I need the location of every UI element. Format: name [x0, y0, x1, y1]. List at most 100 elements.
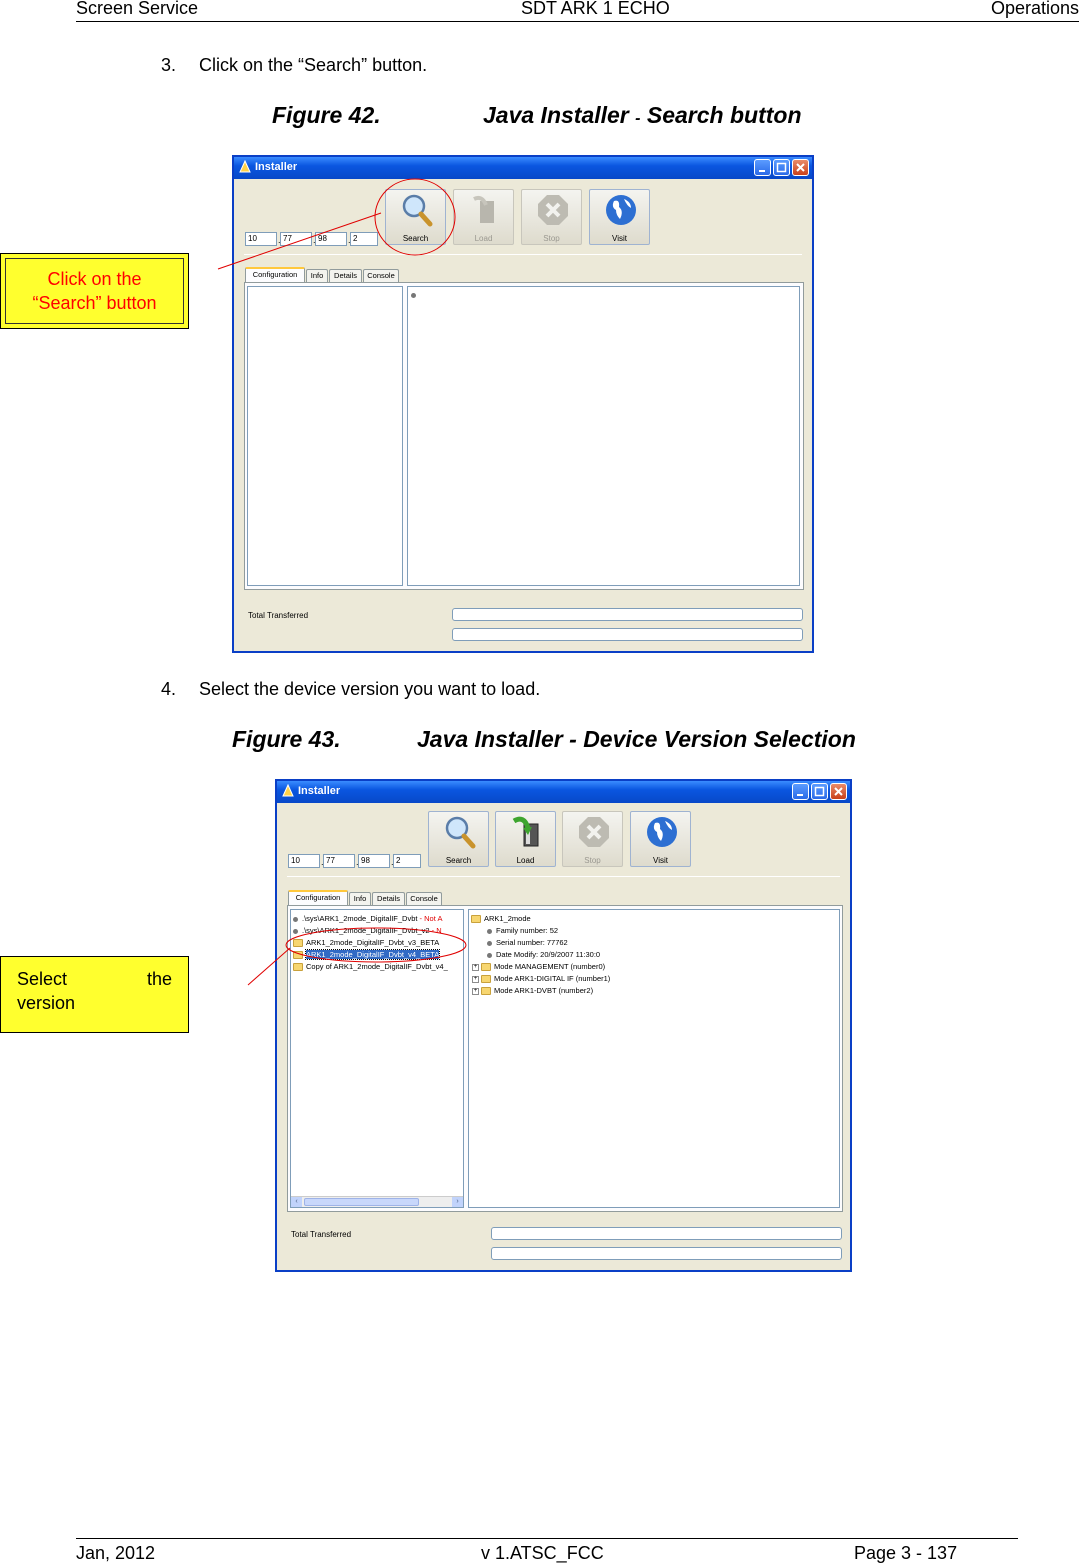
bullet-icon [487, 928, 492, 934]
bullet-icon [293, 916, 298, 922]
separator [287, 876, 840, 877]
minimize-button[interactable] [754, 159, 771, 176]
magnifier-icon [445, 816, 476, 849]
stop-button[interactable]: Stop [562, 811, 623, 867]
minimize-button[interactable] [792, 783, 809, 800]
tab-info[interactable]: Info [306, 269, 328, 282]
tab-console[interactable]: Console [406, 892, 442, 905]
load-button-label: Load [516, 856, 535, 865]
tree-bullet-icon [411, 293, 416, 298]
tree-property: Family number: 52 [487, 925, 558, 936]
details-pane[interactable] [407, 286, 800, 586]
title-bar: Installer [277, 781, 850, 803]
ip-octet-2[interactable]: 77 [280, 232, 312, 246]
search-button[interactable]: Search [385, 189, 446, 245]
list-item-selected[interactable]: ARK1_2mode_DigitalIF_Dvbt_v4_BETA [293, 949, 441, 960]
search-button[interactable]: Search [428, 811, 489, 867]
bullet-icon [487, 940, 492, 946]
bullet-icon [293, 928, 298, 934]
callout-text: Select the version [17, 969, 172, 1013]
ip-octet-2[interactable]: 77 [323, 854, 355, 868]
step-text: Select the device version you want to lo… [199, 679, 541, 699]
maximize-icon [814, 786, 825, 797]
list-item[interactable]: .\sys\ARK1_2mode_DigitalIF_Dvbt_v2 - N [293, 925, 442, 936]
progress-bar-file [491, 1247, 842, 1260]
visit-button[interactable]: Visit [589, 189, 650, 245]
close-button[interactable] [830, 783, 847, 800]
tab-details[interactable]: Details [329, 269, 362, 282]
tab-configuration[interactable]: Configuration [288, 890, 348, 905]
separator [244, 254, 802, 255]
tab-console[interactable]: Console [363, 269, 399, 282]
load-button[interactable]: Load [453, 189, 514, 245]
folder-icon [481, 963, 491, 972]
window-title: Installer [255, 161, 298, 173]
page-footer: Jan, 2012 v 1.ATSC_FCC Page 3 - 137 [76, 1538, 1018, 1564]
tree-root[interactable]: ARK1_2mode [471, 913, 531, 924]
horizontal-scrollbar[interactable]: ‹ › [291, 1196, 463, 1207]
header-right: Operations [990, 0, 1079, 18]
load-button[interactable]: Load [495, 811, 556, 867]
progress-bar-total [491, 1227, 842, 1240]
load-icon [512, 816, 539, 847]
file-list-pane[interactable] [247, 286, 403, 586]
tree-node[interactable]: + Mode MANAGEMENT (number0) [472, 961, 605, 972]
tab-configuration[interactable]: Configuration [245, 267, 305, 282]
figure-title: Java Installer - Device Version Selectio… [417, 726, 856, 752]
ip-octet-4[interactable]: 2 [350, 232, 378, 246]
load-button-label: Load [474, 234, 493, 243]
tab-panel: .\sys\ARK1_2mode_DigitalIF_Dvbt - Not A … [287, 905, 843, 1212]
stop-button-label: Stop [584, 856, 601, 865]
tree-node[interactable]: + Mode ARK1-DIGITAL IF (number1) [472, 973, 610, 984]
scroll-thumb[interactable] [304, 1198, 419, 1206]
folder-icon [293, 963, 303, 972]
maximize-button[interactable] [811, 783, 828, 800]
folder-icon [293, 951, 303, 960]
visit-button[interactable]: Visit [630, 811, 691, 867]
ip-octet-3[interactable]: 98 [358, 854, 390, 868]
minimize-icon [759, 170, 765, 172]
tab-panel [244, 282, 804, 590]
maximize-icon [776, 162, 787, 173]
step-text: Click on the “Search” button. [199, 55, 428, 75]
header-center: SDT ARK 1 ECHO [521, 0, 670, 18]
close-icon [834, 787, 843, 796]
header-left: Screen Service [76, 0, 199, 18]
load-icon [473, 195, 494, 223]
ip-octet-3[interactable]: 98 [315, 232, 347, 246]
window-title: Installer [298, 785, 341, 797]
visit-button-label: Visit [653, 856, 668, 865]
ip-octet-4[interactable]: 2 [393, 854, 421, 868]
close-button[interactable] [792, 159, 809, 176]
tab-info[interactable]: Info [349, 892, 371, 905]
details-pane[interactable]: ARK1_2mode Family number: 52 Serial numb… [468, 909, 840, 1208]
installer-window-1: Installer 10 . 77 . 98 . 2 Search Load S… [232, 155, 814, 653]
installer-window-2: Installer 10 . 77 . 98 . 2 Search Load S… [275, 779, 852, 1272]
page-header: Screen Service SDT ARK 1 ECHO Operations [76, 0, 1079, 22]
callout-version: Select the version [0, 956, 189, 1033]
ip-octet-1[interactable]: 10 [245, 232, 277, 246]
list-item[interactable]: .\sys\ARK1_2mode_DigitalIF_Dvbt - Not A [293, 913, 442, 924]
maximize-button[interactable] [773, 159, 790, 176]
scroll-right-icon[interactable]: › [452, 1197, 463, 1207]
list-item[interactable]: ARK1_2mode_DigitalIF_Dvbt_v3_BETA [293, 937, 439, 948]
callout-search: Click on the “Search” button [0, 253, 189, 329]
callout-text: Click on the “Search” button [32, 269, 157, 313]
bullet-icon [487, 952, 492, 958]
globe-icon [647, 817, 677, 847]
scroll-left-icon[interactable]: ‹ [291, 1197, 302, 1207]
stop-icon [579, 817, 609, 847]
file-list-pane[interactable]: .\sys\ARK1_2mode_DigitalIF_Dvbt - Not A … [290, 909, 464, 1208]
stop-button[interactable]: Stop [521, 189, 582, 245]
list-item[interactable]: Copy of ARK1_2mode_DigitalIF_Dvbt_v4_ [293, 961, 448, 972]
total-transferred-label: Total Transferred [291, 1230, 352, 1239]
tree-node[interactable]: + Mode ARK1-DVBT (number2) [472, 985, 593, 996]
figure-title: Java Installer - Search button [483, 102, 802, 128]
tab-details[interactable]: Details [372, 892, 405, 905]
app-icon [239, 160, 251, 173]
expand-icon: + [472, 963, 479, 971]
close-icon [796, 163, 805, 172]
ip-octet-1[interactable]: 10 [288, 854, 320, 868]
step-number: 3. [161, 55, 177, 75]
folder-icon [471, 915, 481, 924]
